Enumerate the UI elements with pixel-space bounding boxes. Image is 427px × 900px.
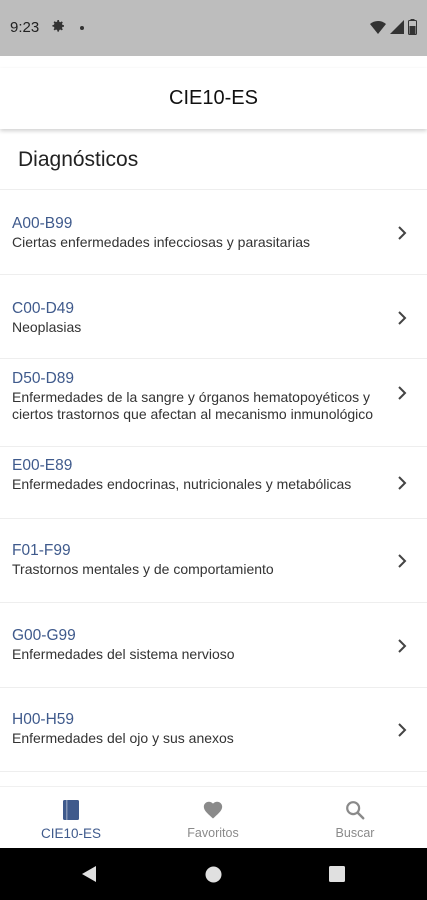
status-icons xyxy=(370,17,417,37)
diagnostic-code: C00-D49 xyxy=(12,300,75,317)
tab-label: Buscar xyxy=(335,826,375,840)
diagnostic-row-h00-h59[interactable]: H00-H59 Enfermedades del ojo y sus anexo… xyxy=(0,688,427,772)
diagnostic-description: Neoplasias xyxy=(12,319,82,335)
diagnostic-description: Enfermedades de la sangre y órganos hema… xyxy=(12,389,374,422)
chevron-right-icon xyxy=(398,226,407,240)
diagnostic-code: E00-E89 xyxy=(12,457,73,474)
diagnostic-code: D50-D89 xyxy=(12,370,75,387)
diagnostic-description: Ciertas enfermedades infecciosas y paras… xyxy=(12,234,311,250)
diagnostic-row-a00-b99[interactable]: A00-B99 Ciertas enfermedades infecciosas… xyxy=(0,190,427,275)
chevron-right-icon xyxy=(398,476,407,490)
tab-favoritos[interactable]: Favoritos xyxy=(142,787,284,849)
home-icon[interactable] xyxy=(205,866,222,883)
diagnostics-list: A00-B99 Ciertas enfermedades infecciosas… xyxy=(0,189,427,772)
diagnostic-row-d50-d89[interactable]: D50-D89 Enfermedades de la sangre y órga… xyxy=(0,359,427,447)
heart-icon xyxy=(203,801,223,819)
status-bar: 9:23 xyxy=(0,0,427,56)
notification-dot xyxy=(80,26,84,30)
chevron-right-icon xyxy=(398,639,407,653)
chevron-right-icon xyxy=(398,386,407,400)
chevron-right-icon xyxy=(398,311,407,325)
tab-label: CIE10-ES xyxy=(40,826,102,841)
diagnostic-row-f01-f99[interactable]: F01-F99 Trastornos mentales y de comport… xyxy=(0,519,427,603)
app-bar: CIE10-ES xyxy=(0,68,427,129)
diagnostic-description: Enfermedades endocrinas, nutricionales y… xyxy=(12,476,352,492)
search-icon xyxy=(346,801,365,820)
recents-icon[interactable] xyxy=(329,866,345,882)
app-title: CIE10-ES xyxy=(169,87,258,109)
tab-cie10-es[interactable]: CIE10-ES xyxy=(0,787,142,849)
diagnostic-code: G00-G99 xyxy=(12,627,76,644)
diagnostic-row-g00-g99[interactable]: G00-G99 Enfermedades del sistema nervios… xyxy=(0,603,427,688)
back-icon[interactable] xyxy=(81,865,97,883)
wifi-icon xyxy=(370,20,386,34)
tab-label: Favoritos xyxy=(187,826,239,840)
diagnostic-description: Enfermedades del sistema nervioso xyxy=(12,646,235,662)
battery-icon xyxy=(408,19,417,35)
section-title: Diagnósticos xyxy=(18,148,139,171)
diagnostic-row-e00-e89[interactable]: E00-E89 Enfermedades endocrinas, nutrici… xyxy=(0,447,427,519)
chevron-right-icon xyxy=(398,554,407,568)
diagnostic-code: A00-B99 xyxy=(12,215,73,232)
signal-icon xyxy=(390,20,404,34)
chevron-right-icon xyxy=(398,723,407,737)
book-icon xyxy=(63,800,79,820)
diagnostic-description: Trastornos mentales y de comportamiento xyxy=(12,561,274,577)
diagnostic-description: Enfermedades del ojo y sus anexos xyxy=(12,730,234,746)
diagnostic-code: H00-H59 xyxy=(12,711,75,728)
system-navigation-bar xyxy=(0,848,427,900)
diagnostic-row-c00-d49[interactable]: C00-D49 Neoplasias xyxy=(0,275,427,359)
tab-buscar[interactable]: Buscar xyxy=(284,787,426,849)
bottom-navigation: CIE10-ES Favoritos Buscar xyxy=(0,786,427,849)
diagnostic-code: F01-F99 xyxy=(12,542,71,559)
settings-gear-icon xyxy=(52,20,64,32)
status-time: 9:23 xyxy=(10,19,40,36)
